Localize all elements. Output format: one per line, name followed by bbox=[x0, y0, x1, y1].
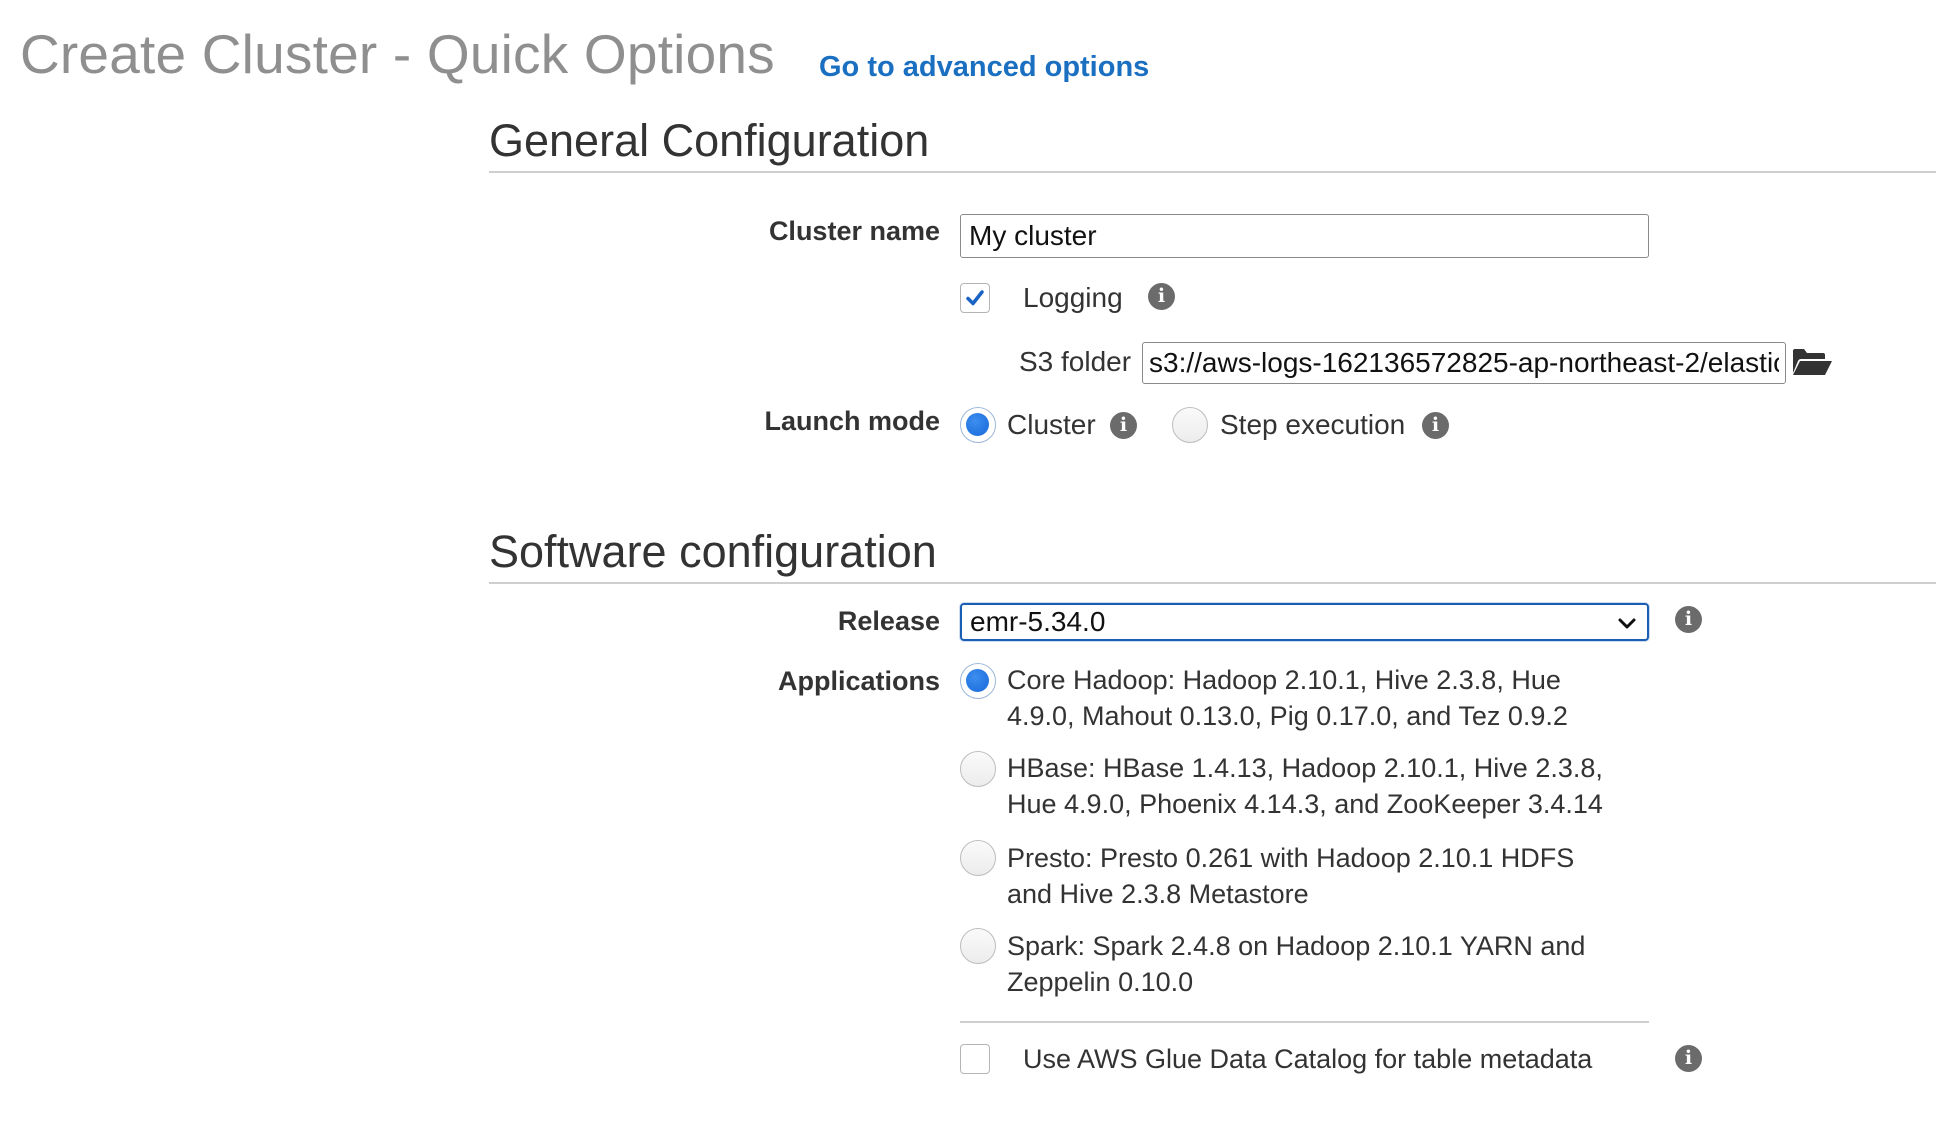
application-spark-label: Spark: Spark 2.4.8 on Hadoop 2.10.1 YARN… bbox=[1007, 931, 1586, 997]
applications-label: Applications bbox=[777, 666, 940, 696]
step-execution-info-icon[interactable]: i bbox=[1422, 412, 1449, 439]
logging-label: Logging bbox=[1023, 282, 1123, 313]
advanced-options-link[interactable]: Go to advanced options bbox=[819, 51, 1149, 84]
s3-folder-label: S3 folder bbox=[1019, 346, 1132, 377]
logging-checkbox[interactable] bbox=[960, 283, 990, 313]
glue-catalog-checkbox[interactable] bbox=[960, 1044, 990, 1074]
chevron-down-icon bbox=[1618, 618, 1636, 629]
section-divider bbox=[489, 582, 1936, 584]
software-configuration-heading: Software configuration bbox=[489, 526, 937, 577]
application-presto-radio[interactable] bbox=[960, 840, 996, 876]
applications-divider bbox=[960, 1021, 1649, 1023]
launch-mode-cluster-label: Cluster bbox=[1007, 409, 1096, 440]
cluster-name-label: Cluster name bbox=[768, 216, 940, 246]
s3-folder-input[interactable] bbox=[1142, 342, 1786, 384]
cluster-info-icon[interactable]: i bbox=[1110, 412, 1137, 439]
application-hbase-radio[interactable] bbox=[960, 751, 996, 787]
cluster-name-input[interactable] bbox=[960, 214, 1649, 258]
release-select-value: emr-5.34.0 bbox=[970, 606, 1106, 637]
checkmark-icon bbox=[966, 290, 984, 306]
release-label: Release bbox=[837, 606, 940, 636]
general-configuration-heading: General Configuration bbox=[489, 115, 930, 166]
application-core-hadoop-radio[interactable] bbox=[960, 663, 996, 699]
launch-mode-step-execution-label: Step execution bbox=[1220, 409, 1406, 440]
page-title: Create Cluster - Quick Options bbox=[20, 23, 775, 85]
glue-catalog-info-icon[interactable]: i bbox=[1675, 1045, 1702, 1072]
launch-mode-label: Launch mode bbox=[764, 406, 940, 436]
application-spark-radio[interactable] bbox=[960, 928, 996, 964]
application-hbase-label: HBase: HBase 1.4.13, Hadoop 2.10.1, Hive… bbox=[1007, 753, 1603, 819]
application-presto-label: Presto: Presto 0.261 with Hadoop 2.10.1 … bbox=[1007, 843, 1575, 909]
logging-info-icon[interactable]: i bbox=[1148, 283, 1175, 310]
section-divider bbox=[489, 171, 1936, 173]
application-core-hadoop-label: Core Hadoop: Hadoop 2.10.1, Hive 2.3.8, … bbox=[1007, 665, 1568, 731]
release-select[interactable]: emr-5.34.0 bbox=[960, 603, 1649, 641]
glue-catalog-label: Use AWS Glue Data Catalog for table meta… bbox=[1023, 1044, 1593, 1074]
launch-mode-cluster-radio[interactable] bbox=[960, 407, 996, 443]
folder-open-icon[interactable] bbox=[1791, 347, 1833, 377]
launch-mode-step-execution-radio[interactable] bbox=[1172, 407, 1208, 443]
release-info-icon[interactable]: i bbox=[1675, 606, 1702, 633]
